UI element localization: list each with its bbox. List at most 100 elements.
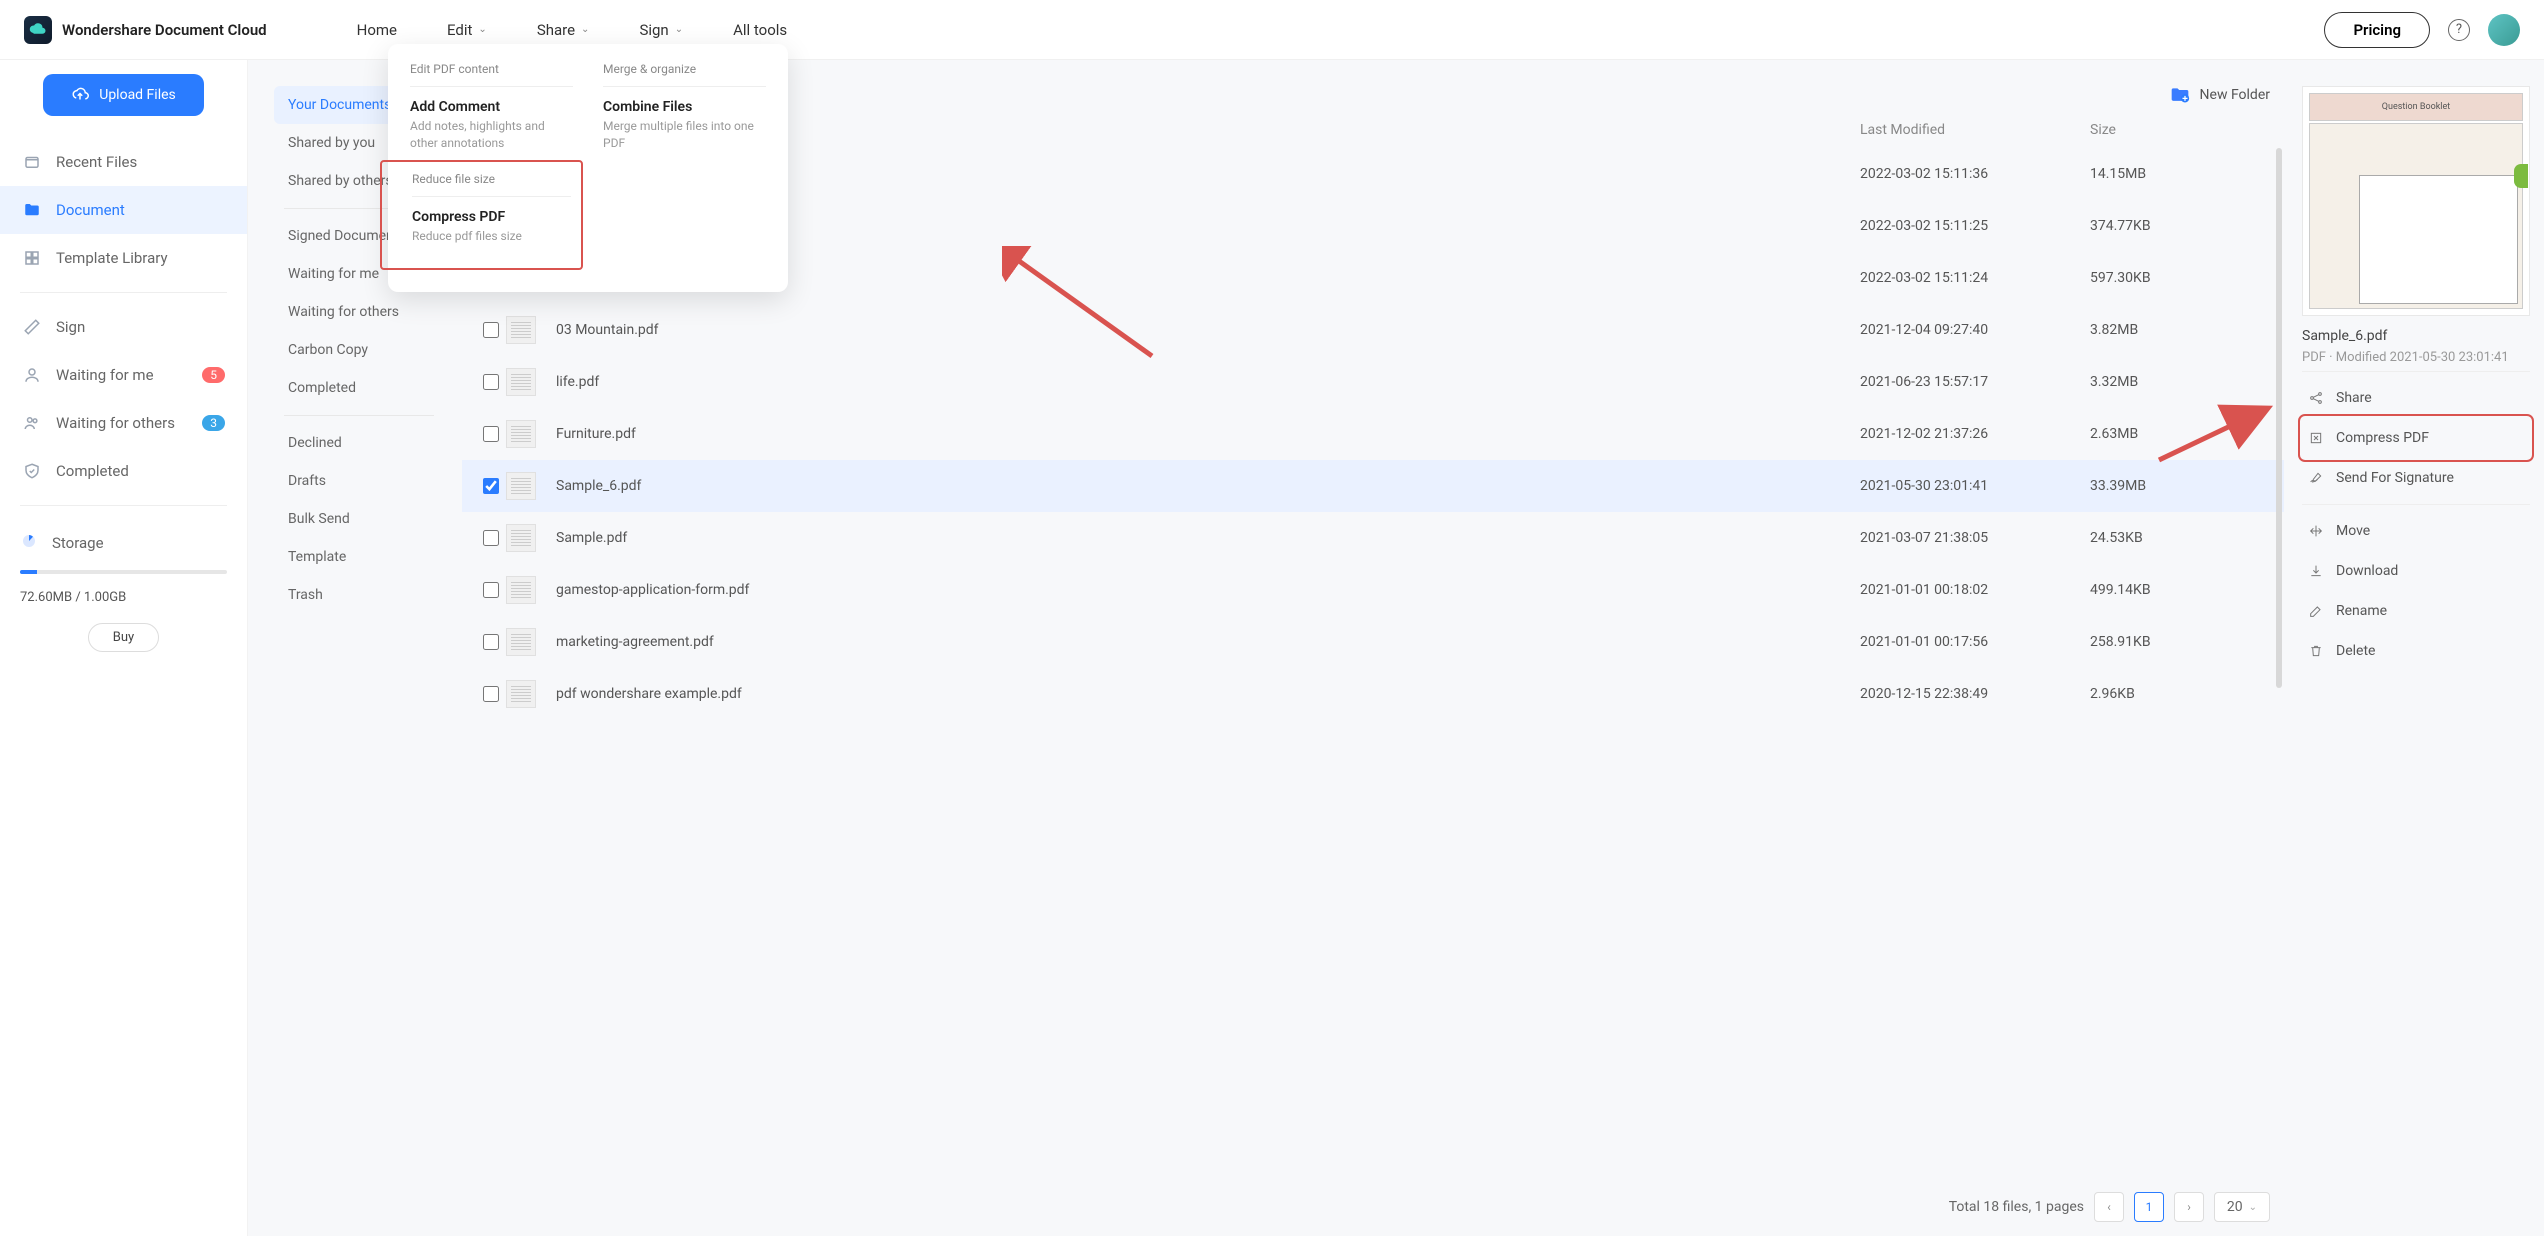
file-size: 499.14KB [2090, 582, 2270, 598]
file-checkbox[interactable] [483, 426, 499, 442]
file-row[interactable]: Sample_6.pdf2021-05-30 23:01:4133.39MB [462, 460, 2284, 512]
file-name: Furniture.pdf [556, 426, 1860, 442]
storage-text: 72.60MB / 1.00GB [20, 590, 227, 605]
file-row[interactable]: 03 Mountain.pdf2021-12-04 09:27:403.82MB [462, 304, 2284, 356]
brand-text: Wondershare Document Cloud [62, 21, 267, 39]
dd-compress-pdf[interactable]: Compress PDF Reduce pdf files size [412, 209, 571, 245]
rp-delete[interactable]: Delete [2302, 631, 2530, 671]
file-modified: 2021-06-23 15:57:17 [1860, 374, 2090, 390]
rp-send-signature[interactable]: Send For Signature [2302, 458, 2530, 498]
nav-alltools[interactable]: All tools [733, 21, 787, 39]
pager-summary: Total 18 files, 1 pages [1949, 1199, 2084, 1215]
pen-icon [22, 317, 42, 337]
file-row[interactable]: marketing-agreement.pdf2021-01-01 00:17:… [462, 616, 2284, 668]
file-size: 258.91KB [2090, 634, 2270, 650]
sidebar-recent-files[interactable]: Recent Files [0, 138, 247, 186]
file-modified: 2022-03-02 15:11:25 [1860, 218, 2090, 234]
help-icon[interactable]: ? [2448, 19, 2470, 41]
dd-combine-files[interactable]: Combine Files Merge multiple files into … [603, 99, 766, 152]
file-modified: 2021-01-01 00:17:56 [1860, 634, 2090, 650]
rp-download[interactable]: Download [2302, 551, 2530, 591]
cat-carbon[interactable]: Carbon Copy [274, 331, 444, 369]
chevron-down-icon: ⌄ [675, 24, 683, 35]
sidebar-templates[interactable]: Template Library [0, 234, 247, 282]
scrollbar[interactable] [2276, 148, 2282, 688]
upload-icon [71, 86, 89, 104]
rp-compress-pdf[interactable]: Compress PDF [2302, 418, 2530, 458]
sidebar-completed[interactable]: Completed [0, 447, 247, 495]
pager-current[interactable]: 1 [2134, 1192, 2164, 1222]
pager-next[interactable]: › [2174, 1192, 2204, 1222]
new-folder-button[interactable]: New Folder [2170, 86, 2270, 104]
users-icon [22, 413, 42, 433]
user-icon [22, 365, 42, 385]
badge-wfm: 5 [202, 367, 225, 383]
cat-completed[interactable]: Completed [274, 369, 444, 407]
folder-icon [22, 200, 42, 220]
sidebar-waiting-for-others[interactable]: Waiting for others3 [0, 399, 247, 447]
file-size: 3.82MB [2090, 322, 2270, 338]
file-size: 597.30KB [2090, 270, 2270, 286]
file-checkbox[interactable] [483, 374, 499, 390]
compress-icon [2308, 430, 2324, 446]
rp-move[interactable]: Move [2302, 511, 2530, 551]
file-modified: 2021-05-30 23:01:41 [1860, 478, 2090, 494]
dd-heading-merge: Merge & organize [603, 62, 766, 87]
file-checkbox[interactable] [483, 530, 499, 546]
pie-icon [20, 532, 38, 554]
buy-button[interactable]: Buy [88, 623, 159, 652]
file-checkbox[interactable] [483, 478, 499, 494]
cat-template[interactable]: Template [274, 538, 444, 576]
file-thumbnail [506, 368, 536, 396]
nav-edit[interactable]: Edit⌄ [447, 21, 487, 39]
file-modified: 2021-12-02 21:37:26 [1860, 426, 2090, 442]
file-checkbox[interactable] [483, 686, 499, 702]
cat-declined[interactable]: Declined [274, 424, 444, 462]
file-row[interactable]: pdf wondershare example.pdf2020-12-15 22… [462, 668, 2284, 720]
file-size: 33.39MB [2090, 478, 2270, 494]
sidebar-storage[interactable]: Storage [20, 532, 227, 554]
sidebar-document[interactable]: Document [0, 186, 247, 234]
brand-logo[interactable]: Wondershare Document Cloud [24, 16, 267, 44]
dd-add-comment[interactable]: Add Comment Add notes, highlights and ot… [410, 99, 573, 152]
cat-bulk[interactable]: Bulk Send [274, 500, 444, 538]
file-size: 24.53KB [2090, 530, 2270, 546]
pager-prev[interactable]: ‹ [2094, 1192, 2124, 1222]
file-checkbox[interactable] [483, 634, 499, 650]
file-name: marketing-agreement.pdf [556, 634, 1860, 650]
shield-icon [22, 461, 42, 481]
rename-icon [2308, 603, 2324, 619]
file-checkbox[interactable] [483, 582, 499, 598]
nav-home[interactable]: Home [357, 21, 397, 39]
pager-perpage[interactable]: 20⌄ [2214, 1192, 2270, 1222]
chevron-down-icon: ⌄ [581, 24, 589, 35]
upload-button[interactable]: Upload Files [43, 74, 204, 116]
rp-rename[interactable]: Rename [2302, 591, 2530, 631]
cat-wfo[interactable]: Waiting for others [274, 293, 444, 331]
file-size: 2.63MB [2090, 426, 2270, 442]
rp-share[interactable]: Share [2302, 378, 2530, 418]
file-row[interactable]: gamestop-application-form.pdf2021-01-01 … [462, 564, 2284, 616]
file-row[interactable]: Furniture.pdf2021-12-02 21:37:262.63MB [462, 408, 2284, 460]
pricing-button[interactable]: Pricing [2324, 12, 2430, 48]
nav-share[interactable]: Share⌄ [537, 21, 590, 39]
cat-trash[interactable]: Trash [274, 576, 444, 614]
nav-sign[interactable]: Sign⌄ [639, 21, 683, 39]
file-modified: 2021-12-04 09:27:40 [1860, 322, 2090, 338]
storage-bar [20, 570, 227, 574]
sidebar-waiting-for-me[interactable]: Waiting for me5 [0, 351, 247, 399]
sidebar-sign[interactable]: Sign [0, 303, 247, 351]
file-row[interactable]: life.pdf2021-06-23 15:57:173.32MB [462, 356, 2284, 408]
file-checkbox[interactable] [483, 322, 499, 338]
file-row[interactable]: Sample.pdf2021-03-07 21:38:0524.53KB [462, 512, 2284, 564]
cat-drafts[interactable]: Drafts [274, 462, 444, 500]
file-thumbnail [506, 628, 536, 656]
grid-icon [22, 248, 42, 268]
avatar[interactable] [2488, 14, 2520, 46]
file-thumbnail [506, 576, 536, 604]
col-last-modified[interactable]: Last Modified [1860, 122, 2090, 138]
file-thumbnail [506, 316, 536, 344]
file-thumbnail [506, 524, 536, 552]
col-size[interactable]: Size [2090, 122, 2270, 138]
chevron-down-icon: ⌄ [478, 24, 486, 35]
